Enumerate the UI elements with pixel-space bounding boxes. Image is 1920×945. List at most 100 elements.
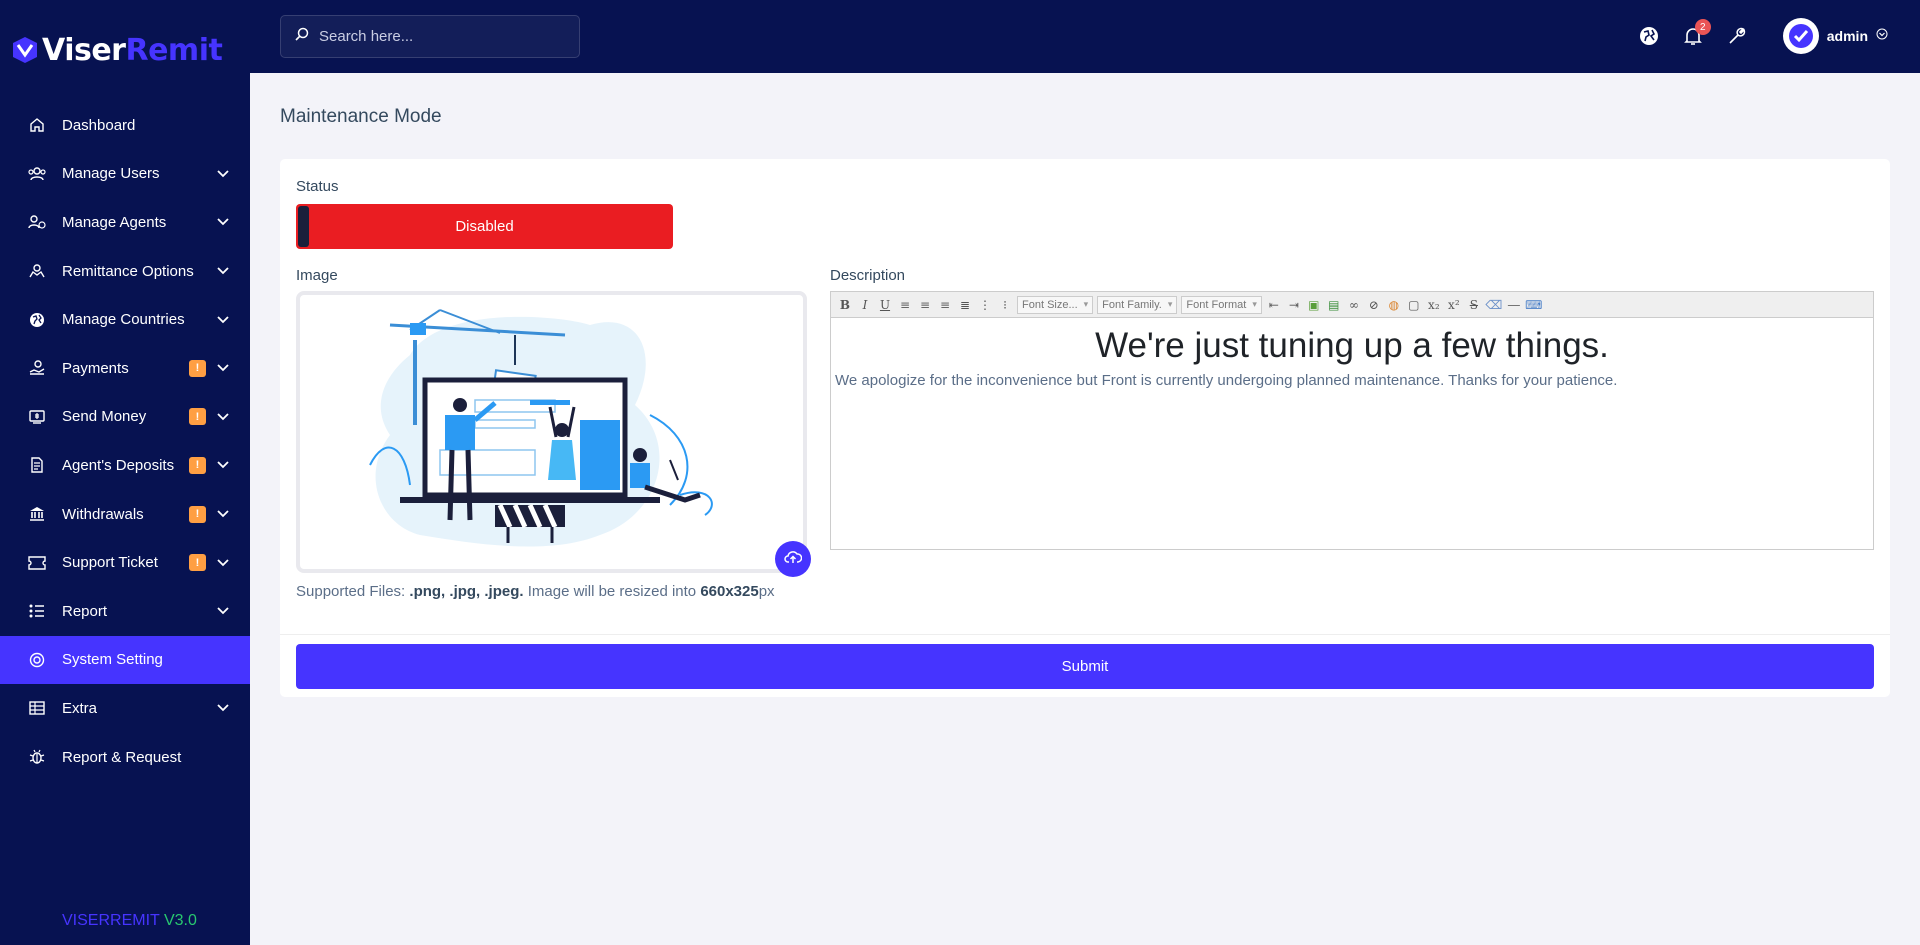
topbar-actions: 2 admin <box>1637 18 1888 54</box>
chevron-down-icon <box>216 410 230 424</box>
home-icon <box>28 116 46 134</box>
align-left-icon[interactable]: ≡ <box>895 295 915 315</box>
remove-format-icon[interactable]: ⌫ <box>1484 295 1504 315</box>
warning-badge: ! <box>189 408 206 426</box>
unordered-list-icon[interactable]: ⁝ <box>995 295 1015 315</box>
username[interactable]: admin <box>1827 28 1868 44</box>
description-editor[interactable]: B I U ≡ ≡ ≡ ≣ ⋮ ⁝ Font Size... Font Fami… <box>830 291 1874 550</box>
description-text: We apologize for the inconvenience but F… <box>835 372 1618 389</box>
strikethrough-icon[interactable]: S <box>1464 295 1484 315</box>
warning-badge: ! <box>189 456 206 474</box>
align-right-icon[interactable]: ≡ <box>935 295 955 315</box>
sidebar-item-label: Dashboard <box>62 116 136 134</box>
sidebar-item-label: Manage Users <box>62 165 160 183</box>
submit-button[interactable]: Submit <box>296 644 1874 689</box>
chevron-down-icon <box>216 507 230 521</box>
sidebar-item-system-setting[interactable]: System Setting <box>0 635 250 685</box>
sidebar-item-label: Send Money <box>62 408 147 426</box>
list-icon <box>28 602 46 620</box>
notification-count-badge: 2 <box>1694 19 1711 35</box>
underline-icon[interactable]: U <box>875 295 895 315</box>
search-box[interactable] <box>280 15 580 58</box>
sidebar-item-report-request[interactable]: Report & Request <box>0 733 250 782</box>
divider <box>280 634 1890 635</box>
font-family-select[interactable]: Font Family. <box>1097 295 1178 314</box>
image-label: Image <box>296 267 338 284</box>
sidebar-item-manage-users[interactable]: Manage Users <box>0 150 250 199</box>
deposit-icon <box>28 456 46 474</box>
sidebar-item-dashboard[interactable]: Dashboard <box>0 101 250 150</box>
editor-content[interactable]: We're just tuning up a few things. We ap… <box>831 318 1873 393</box>
sidebar-item-report[interactable]: Report <box>0 587 250 636</box>
font-format-select[interactable]: Font Format <box>1181 295 1262 314</box>
supported-files-help: Supported Files: .png, .jpg, .jpeg. Imag… <box>296 583 775 600</box>
sidebar-item-label: Payments <box>62 359 129 377</box>
chevron-down-icon[interactable] <box>1876 27 1888 45</box>
horizontal-rule-icon[interactable]: ― <box>1504 295 1524 315</box>
link-icon[interactable]: ∞ <box>1344 295 1364 315</box>
status-label: Status <box>296 178 339 195</box>
status-toggle[interactable]: Disabled <box>296 204 673 249</box>
chevron-down-icon <box>216 458 230 472</box>
image-preview <box>296 291 807 573</box>
sidebar-item-label: Remittance Options <box>62 262 194 280</box>
search-icon <box>295 27 309 46</box>
sidebar-item-label: Agent's Deposits <box>62 456 175 474</box>
sidebar-item-label: Manage Countries <box>62 311 185 329</box>
sidebar-item-label: Support Ticket <box>62 554 158 572</box>
sidebar-item-remittance-options[interactable]: Remittance Options <box>0 247 250 296</box>
toggle-label: Disabled <box>455 218 514 235</box>
keyboard-icon[interactable]: ⌨ <box>1524 295 1544 315</box>
sidebar-item-manage-agents[interactable]: Manage Agents <box>0 198 250 247</box>
chevron-down-icon <box>216 264 230 278</box>
sidebar-item-extra[interactable]: Extra <box>0 684 250 733</box>
sidebar: ViserRemit Dashboard Manage Users Manage… <box>0 0 250 945</box>
sidebar-item-label: System Setting <box>62 651 163 669</box>
bold-icon[interactable]: B <box>835 295 855 315</box>
globe-icon[interactable] <box>1637 24 1661 48</box>
logo[interactable]: ViserRemit <box>10 28 223 72</box>
unlink-icon[interactable]: ⊘ <box>1364 295 1384 315</box>
align-center-icon[interactable]: ≡ <box>915 295 935 315</box>
description-heading: We're just tuning up a few things. <box>1095 326 1609 365</box>
wrench-icon[interactable] <box>1725 24 1749 48</box>
send-money-icon <box>28 408 46 426</box>
color-icon[interactable]: ◍ <box>1384 295 1404 315</box>
sidebar-item-manage-countries[interactable]: Manage Countries <box>0 295 250 344</box>
outdent-icon[interactable]: ⇥ <box>1284 295 1304 315</box>
notification-bell-icon[interactable]: 2 <box>1681 19 1711 48</box>
sidebar-item-withdrawals[interactable]: Withdrawals ! <box>0 490 250 539</box>
italic-icon[interactable]: I <box>855 295 875 315</box>
bug-icon <box>28 748 46 766</box>
subscript-icon[interactable]: x₂ <box>1424 295 1444 315</box>
life-ring-icon <box>28 651 46 669</box>
font-size-select[interactable]: Font Size... <box>1017 295 1094 314</box>
ordered-list-icon[interactable]: ⋮ <box>975 295 995 315</box>
sidebar-item-label: Report & Request <box>62 748 182 766</box>
agents-icon <box>28 213 46 231</box>
sidebar-item-label: Extra <box>62 699 98 717</box>
topbar: 2 admin <box>250 0 1920 73</box>
sidebar-item-payments[interactable]: Payments ! <box>0 344 250 393</box>
avatar[interactable] <box>1782 18 1819 54</box>
align-justify-icon[interactable]: ≣ <box>955 295 975 315</box>
table-icon <box>28 699 46 717</box>
chevron-down-icon <box>216 701 230 715</box>
sidebar-item-support-ticket[interactable]: Support Ticket ! <box>0 538 250 587</box>
maintenance-form-card: Status Disabled Image Supported Files: .… <box>280 159 1890 697</box>
sidebar-item-agents-deposits[interactable]: Agent's Deposits ! <box>0 441 250 490</box>
search-input[interactable] <box>319 28 569 45</box>
users-icon <box>28 165 46 183</box>
sidebar-item-label: Report <box>62 602 108 620</box>
insert-image-icon[interactable]: ▣ <box>1304 295 1324 315</box>
description-label: Description <box>830 267 906 284</box>
superscript-icon[interactable]: x² <box>1444 295 1464 315</box>
warning-badge: ! <box>189 505 206 523</box>
indent-icon[interactable]: ⇤ <box>1264 295 1284 315</box>
remittance-icon <box>28 262 46 280</box>
payments-icon <box>28 359 46 377</box>
source-icon[interactable]: ▢ <box>1404 295 1424 315</box>
sidebar-item-send-money[interactable]: Send Money ! <box>0 393 250 442</box>
insert-media-icon[interactable]: ▤ <box>1324 295 1344 315</box>
upload-image-button[interactable] <box>775 541 811 577</box>
